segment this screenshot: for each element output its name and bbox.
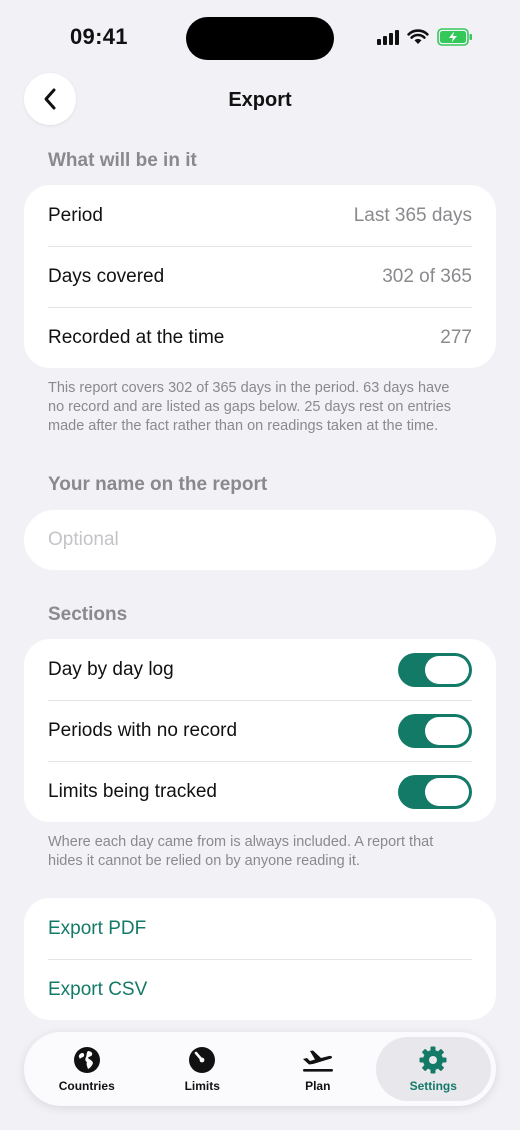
name-input[interactable] (24, 510, 496, 570)
sections-footnote: Where each day came from is always inclu… (48, 834, 434, 869)
tab-countries[interactable]: Countries (29, 1037, 145, 1101)
section-row-limits: Limits being tracked (24, 761, 496, 822)
summary-row-days-covered: Days covered 302 of 365 (24, 246, 496, 307)
summary-footnote: This report covers 302 of 365 days in th… (48, 380, 452, 434)
row-label: Recorded at the time (48, 326, 225, 348)
tab-label: Countries (58, 1079, 115, 1093)
toggle-knob (425, 777, 469, 806)
summary-row-period: Period Last 365 days (24, 185, 496, 246)
battery-charging-icon (437, 28, 472, 46)
row-label: Day by day log (48, 658, 174, 680)
row-label: Days covered (48, 265, 165, 287)
toggle-knob (425, 716, 469, 745)
page-title: Export (228, 89, 292, 111)
dynamic-island (186, 17, 334, 60)
status-time: 09:41 (70, 24, 128, 49)
section-row-no-record: Periods with no record (24, 700, 496, 761)
summary-row-recorded: Recorded at the time 277 (24, 307, 496, 368)
cellular-signal-icon (377, 29, 399, 45)
globe-icon (73, 1047, 100, 1073)
no-record-toggle[interactable] (398, 713, 472, 748)
export-pdf-button[interactable]: Export PDF (24, 898, 496, 959)
export-csv-label: Export CSV (48, 978, 148, 1000)
row-value: Last 365 days (353, 204, 472, 226)
tab-label: Settings (409, 1079, 457, 1093)
tab-settings[interactable]: Settings (375, 1037, 491, 1101)
summary-header: What will be in it (48, 150, 197, 171)
gauge-icon (189, 1047, 216, 1073)
tab-bar: Countries Limits Plan Settings (24, 1032, 496, 1106)
day-log-toggle[interactable] (398, 652, 472, 687)
summary-card: Period Last 365 days Days covered 302 of… (24, 185, 496, 368)
tab-limits[interactable]: Limits (145, 1037, 261, 1101)
sections-card: Day by day log Periods with no record Li… (24, 639, 496, 822)
limits-toggle[interactable] (398, 774, 472, 809)
name-header: Your name on the report (48, 474, 268, 495)
sections-header: Sections (48, 604, 128, 625)
toggle-knob (425, 655, 469, 684)
row-label: Periods with no record (48, 719, 238, 741)
wifi-icon (407, 29, 429, 44)
export-screen: 09:41 Export What will be in it Period L… (0, 0, 520, 1130)
tab-plan[interactable]: Plan (260, 1037, 376, 1101)
section-row-day-log: Day by day log (24, 639, 496, 700)
row-value: 302 of 365 (382, 265, 472, 287)
row-label: Limits being tracked (48, 780, 217, 802)
gear-icon (419, 1046, 447, 1074)
export-pdf-label: Export PDF (48, 917, 147, 939)
export-csv-button[interactable]: Export CSV (24, 959, 496, 1020)
actions-card: Export PDF Export CSV (24, 898, 496, 1020)
tab-label: Limits (184, 1079, 220, 1093)
row-label: Period (48, 204, 103, 226)
row-value: 277 (440, 326, 472, 348)
tab-label: Plan (305, 1079, 331, 1093)
status-icons (377, 28, 473, 46)
plane-icon (302, 1050, 333, 1072)
